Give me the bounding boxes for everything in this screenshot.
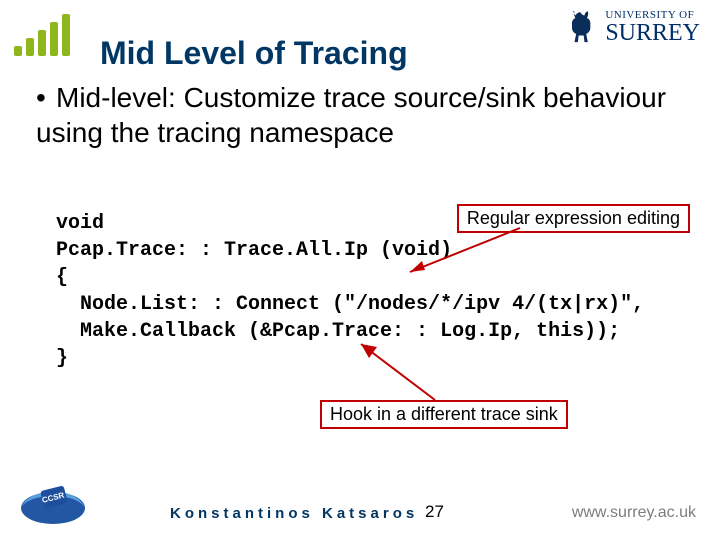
arrow-hook (355, 338, 465, 408)
footer-author: Konstantinos Katsaros (170, 505, 418, 522)
uni-label-large: SURREY (605, 21, 700, 46)
arrow-regex (400, 228, 530, 278)
bullet-main: •Mid-level: Customize trace source/sink … (36, 80, 684, 150)
footer-url: www.surrey.ac.uk (572, 504, 696, 522)
logo-university-of-surrey: UNIVERSITY OF SURREY (565, 8, 700, 48)
bullet-text: Mid-level: Customize trace source/sink b… (36, 82, 666, 148)
slide-title: Mid Level of Tracing (100, 35, 408, 72)
stag-icon (565, 8, 599, 48)
logo-signal-bars (14, 12, 70, 56)
footer-page-number: 27 (425, 502, 444, 522)
logo-ccsr: CCSR (18, 476, 88, 526)
